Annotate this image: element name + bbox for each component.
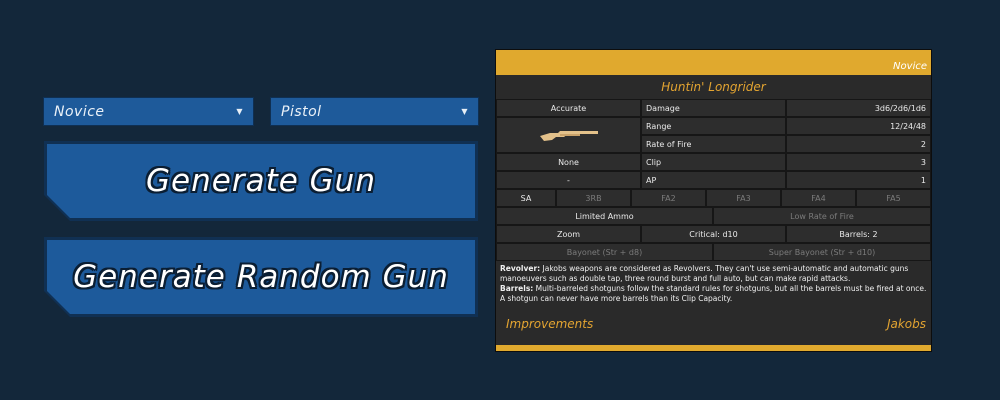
stat-value: 3 xyxy=(786,153,931,171)
description-label: Revolver: xyxy=(500,264,541,273)
generate-gun-label: Generate Gun xyxy=(146,163,376,199)
stat-row: Range 12/24/48 xyxy=(641,117,931,135)
description-text: Multi-barreled shotguns follow the stand… xyxy=(500,284,927,303)
description-paragraph: Barrels: Multi-barreled shotguns follow … xyxy=(500,284,927,304)
stat-row: Clip 3 xyxy=(641,153,931,171)
stats-table: Damage 3d6/2d6/1d6 Range 12/24/48 Rate o… xyxy=(641,99,931,189)
stat-label: Damage xyxy=(641,99,786,117)
gun-card: Novice Huntin' Longrider Accurate None -… xyxy=(495,49,932,352)
stat-label: Rate of Fire xyxy=(641,135,786,153)
shotgun-icon xyxy=(539,131,598,141)
left-column: Accurate None - xyxy=(496,99,641,189)
description-text: Jakobs weapons are considered as Revolve… xyxy=(500,264,909,283)
generate-random-gun-button[interactable]: Generate Random Gun xyxy=(44,237,478,317)
bayonet-cell: Bayonet (Str + d8) xyxy=(496,243,713,261)
gun-type-select-value: Pistol xyxy=(281,103,322,120)
manufacturer-label: Jakobs xyxy=(886,317,926,331)
extras-row: Zoom Critical: d10 Barrels: 2 xyxy=(496,225,931,243)
generate-gun-button[interactable]: Generate Gun xyxy=(44,141,478,221)
card-footer: Improvements Jakobs xyxy=(496,314,931,334)
fire-modes-row: SA 3RB FA2 FA3 FA4 FA5 xyxy=(496,189,931,207)
accuracy-cell: Accurate xyxy=(496,99,641,117)
level-select-value: Novice xyxy=(54,103,105,120)
extra-cell: Zoom xyxy=(496,225,641,243)
stats-block: Accurate None - Damage 3d6/2d6/1d6 Range… xyxy=(496,99,931,189)
description-paragraph: Revolver: Jakobs weapons are considered … xyxy=(500,264,927,284)
trait-cell: Low Rate of Fire xyxy=(713,207,931,225)
card-level: Novice xyxy=(893,61,927,72)
trait-cell: Limited Ammo xyxy=(496,207,713,225)
element-cell: None xyxy=(496,153,641,171)
stat-value: 1 xyxy=(786,171,931,189)
traits-row: Limited Ammo Low Rate of Fire xyxy=(496,207,931,225)
gun-description: Revolver: Jakobs weapons are considered … xyxy=(496,261,931,314)
stat-label: Clip xyxy=(641,153,786,171)
stat-value: 2 xyxy=(786,135,931,153)
fire-mode-cell: FA2 xyxy=(631,189,706,207)
ap-left-cell: - xyxy=(496,171,641,189)
gun-type-select[interactable]: Pistol ▼ xyxy=(270,97,479,126)
stat-label: Range xyxy=(641,117,786,135)
chevron-down-icon: ▼ xyxy=(461,107,468,116)
fire-mode-cell: FA5 xyxy=(856,189,931,207)
level-select[interactable]: Novice ▼ xyxy=(43,97,254,126)
fire-mode-cell: FA4 xyxy=(781,189,856,207)
stat-row: Damage 3d6/2d6/1d6 xyxy=(641,99,931,117)
card-bottom-bar xyxy=(496,345,931,351)
stat-value: 3d6/2d6/1d6 xyxy=(786,99,931,117)
extra-cell: Critical: d10 xyxy=(641,225,786,243)
card-header: Novice xyxy=(496,50,931,75)
stat-row: AP 1 xyxy=(641,171,931,189)
generate-random-gun-label: Generate Random Gun xyxy=(73,259,449,295)
gun-name: Huntin' Longrider xyxy=(661,80,766,94)
bayonet-row: Bayonet (Str + d8) Super Bayonet (Str + … xyxy=(496,243,931,261)
stat-label: AP xyxy=(641,171,786,189)
fire-mode-cell: SA xyxy=(496,189,556,207)
description-label: Barrels: xyxy=(500,284,534,293)
bayonet-cell: Super Bayonet (Str + d10) xyxy=(713,243,931,261)
extra-cell: Barrels: 2 xyxy=(786,225,931,243)
improvements-link[interactable]: Improvements xyxy=(506,317,593,331)
chevron-down-icon: ▼ xyxy=(236,107,243,116)
stat-row: Rate of Fire 2 xyxy=(641,135,931,153)
stat-value: 12/24/48 xyxy=(786,117,931,135)
fire-mode-cell: FA3 xyxy=(706,189,781,207)
gun-image xyxy=(496,117,641,153)
fire-mode-cell: 3RB xyxy=(556,189,631,207)
